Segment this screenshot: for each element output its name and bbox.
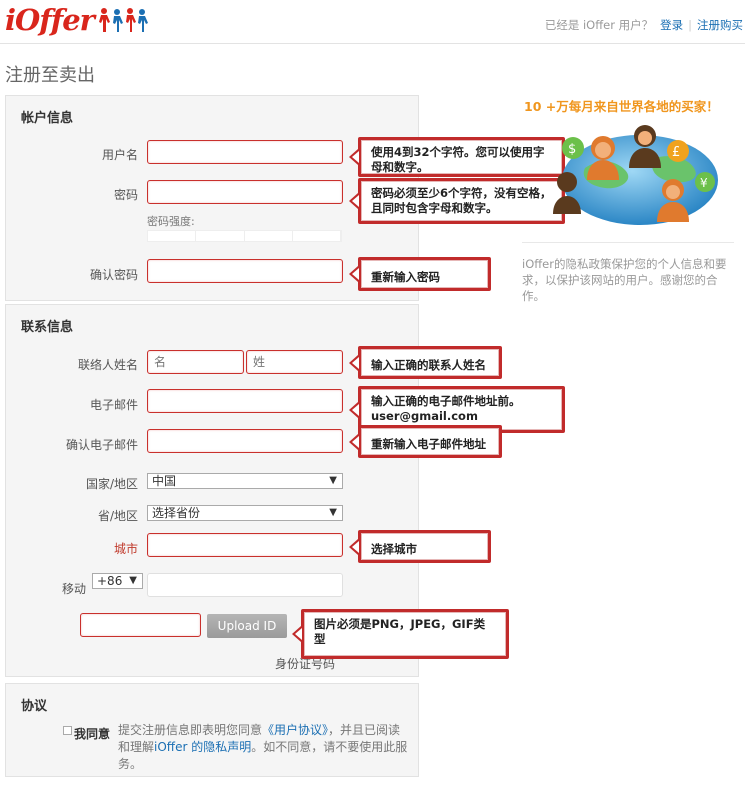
city-tip: 选择城市 (349, 530, 491, 563)
login-link[interactable]: 登录 (660, 17, 683, 33)
email-input[interactable] (147, 389, 343, 413)
triangle-down-icon: ▼ (329, 507, 337, 518)
agree-label[interactable]: 我同意 (74, 725, 110, 742)
agree-checkbox[interactable] (63, 726, 72, 735)
people-holding-hands-icon (98, 8, 148, 32)
country-value: 中国 (152, 474, 177, 488)
top-links: 已经是 iOffer 用户？ 登录 | 注册购买 (545, 17, 743, 33)
password-strength-meter (147, 230, 342, 242)
password-strength-label: 密码强度: (147, 215, 195, 228)
svg-text:¥: ¥ (700, 176, 708, 190)
confirm-email-tip: 重新输入电子邮件地址 (349, 425, 502, 458)
mobile-input[interactable] (147, 573, 343, 597)
svg-text:$: $ (568, 142, 576, 157)
email-label: 电子邮件 (89, 398, 138, 412)
upload-tip: 图片必须是PNG，JPEG，GIF类型 (292, 609, 509, 659)
user-agreement-link[interactable]: 《用户协议》 (262, 723, 328, 737)
confirm-email-tip-text: 重新输入电子邮件地址 (361, 428, 499, 455)
logo-text: iOffer (5, 3, 95, 37)
agreement-heading: 协议 (21, 699, 48, 714)
confirm-password-label: 确认密码 (89, 268, 138, 282)
triangle-down-icon: ▼ (329, 475, 337, 486)
upload-tip-text: 图片必须是PNG，JPEG，GIF类型 (304, 612, 506, 656)
password-tip: 密码必须至少6个字符，没有空格，且同时包含字母和数字。 (349, 178, 565, 224)
name-tip: 输入正确的联系人姓名 (349, 346, 502, 379)
mobile-country-code-select[interactable]: +86 ▼ (92, 573, 143, 589)
mobile-code-value: +86 (97, 574, 123, 588)
id-number-input[interactable] (80, 613, 201, 637)
username-tip: 使用4到32个字符。您可以使用字母和数字。 (349, 137, 565, 177)
username-label: 用户名 (101, 148, 138, 162)
confirm-password-tip-text: 重新输入密码 (361, 260, 488, 288)
city-tip-text: 选择城市 (361, 533, 488, 560)
page-title: 注册至卖出 (5, 65, 95, 86)
svg-text:£: £ (672, 145, 680, 160)
triangle-down-icon: ▼ (129, 575, 137, 586)
agreement-text-part-1: 提交注册信息即表明您同意 (118, 723, 263, 737)
confirm-email-input[interactable] (147, 429, 343, 453)
password-input[interactable] (147, 180, 343, 204)
privacy-statement-link[interactable]: iOffer 的隐私声明 (154, 740, 251, 754)
sidebar-divider (522, 242, 734, 243)
confirm-email-label: 确认电子邮件 (65, 438, 138, 452)
password-tip-text: 密码必须至少6个字符，没有空格，且同时包含字母和数字。 (361, 181, 562, 221)
country-select[interactable]: 中国 ▼ (147, 473, 343, 489)
username-tip-text: 使用4到32个字符。您可以使用字母和数字。 (361, 140, 562, 174)
password-label: 密码 (113, 188, 138, 202)
ioffer-logo[interactable]: iOffer (5, 3, 149, 37)
country-label: 国家/地区 (85, 477, 138, 491)
last-name-input[interactable] (246, 350, 343, 374)
city-label: 城市 (113, 542, 138, 556)
register-buy-link[interactable]: 注册购买 (697, 17, 743, 33)
province-label: 省/地区 (97, 509, 138, 523)
sidebar-headline: 10 +万每月来自世界各地的买家！ (524, 99, 719, 114)
header: iOffer 已经是 iOffer 用户？ 登录 | 注册购买 (0, 0, 745, 44)
contact-info-heading: 联系信息 (21, 320, 74, 335)
already-user-text: 已经是 iOffer 用户？ (544, 18, 654, 32)
name-tip-text: 输入正确的联系人姓名 (361, 349, 499, 376)
mobile-label: 移动 (61, 582, 86, 596)
username-input[interactable] (147, 140, 343, 164)
link-separator: | (688, 18, 692, 32)
confirm-password-tip: 重新输入密码 (349, 257, 491, 291)
confirm-password-input[interactable] (147, 259, 343, 283)
province-select[interactable]: 选择省份 ▼ (147, 505, 343, 521)
city-input[interactable] (147, 533, 343, 557)
province-value: 选择省份 (152, 506, 201, 520)
contact-name-label: 联络人姓名 (77, 358, 138, 372)
globe-buyers-illustration: $ £ ¥ (553, 125, 718, 225)
agreement-text: 提交注册信息即表明您同意《用户协议》，并且已阅读和理解iOffer 的隐私声明。… (118, 722, 410, 773)
email-tip-text: 输入正确的电子邮件地址前。user@gmail.com (361, 389, 562, 430)
sidebar-privacy-text: iOffer的隐私政策保护您的个人信息和要求，以保护该网站的用户。感谢您的合作。 (522, 257, 727, 303)
first-name-input[interactable] (147, 350, 244, 374)
upload-id-button[interactable]: Upload ID (207, 614, 287, 638)
account-info-heading: 帐户信息 (21, 111, 74, 126)
